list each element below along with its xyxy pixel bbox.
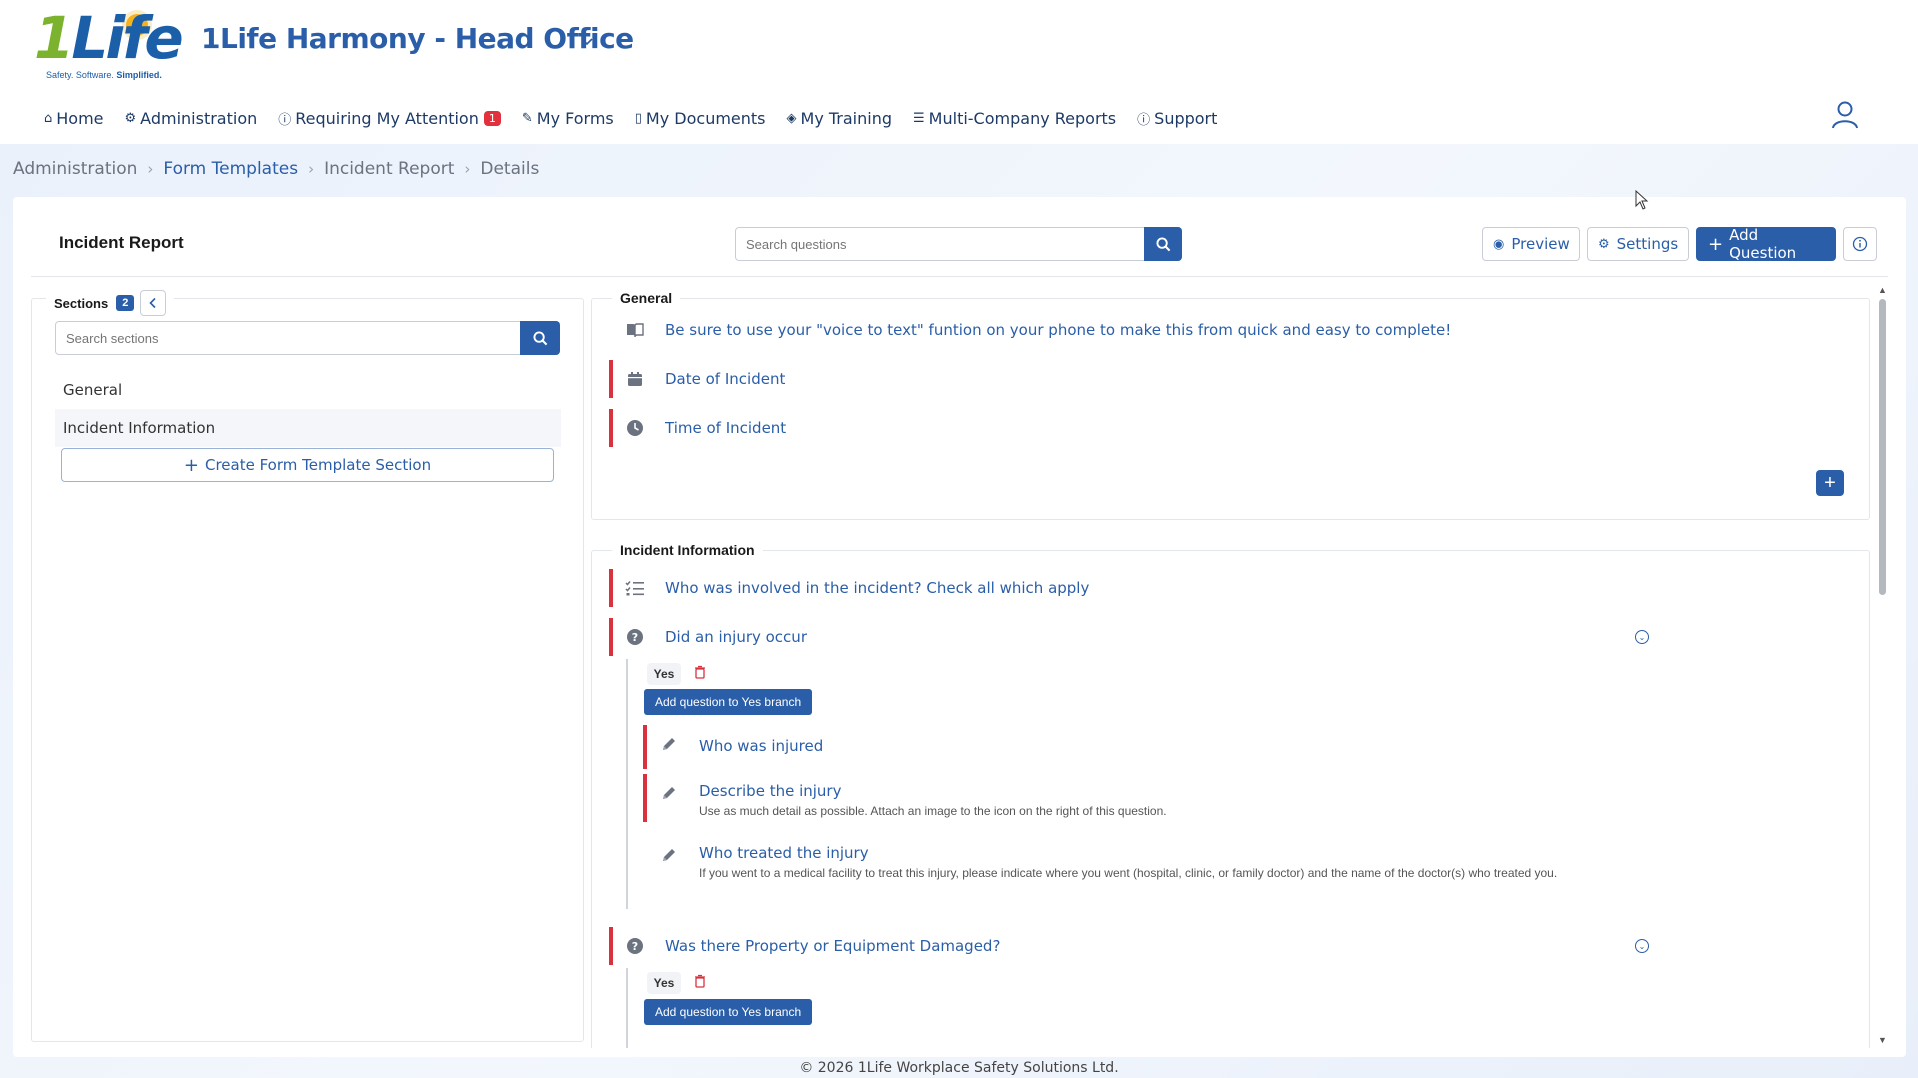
section-group-incident-information: Incident Information Who was involved in…: [591, 542, 1870, 1048]
search-sections-button[interactable]: [520, 321, 560, 355]
branch-line: [626, 968, 628, 1048]
add-question-button[interactable]: + Add Question: [1696, 226, 1836, 262]
chevron-right-icon: ›: [147, 160, 154, 178]
add-question-to-section-button[interactable]: +: [1816, 470, 1844, 496]
page-title: Incident Report: [59, 233, 184, 252]
svg-text:?: ?: [632, 940, 638, 953]
question-row[interactable]: Date of Incident: [609, 360, 1839, 398]
gear-icon: ⚙: [1598, 236, 1610, 252]
section-group-title: Incident Information: [612, 542, 763, 558]
nav-my-training[interactable]: ◈ My Training: [787, 109, 893, 128]
info-button[interactable]: [1843, 227, 1877, 261]
search-icon: [532, 330, 547, 345]
section-group-general: General Be sure to use your "voice to te…: [591, 290, 1870, 520]
chevron-left-icon: [149, 297, 156, 309]
section-item-incident-information[interactable]: Incident Information: [55, 409, 561, 447]
nav-my-forms[interactable]: ✎ My Forms: [522, 109, 614, 128]
branch-line: [626, 659, 628, 909]
branch-label-yes: Yes: [647, 663, 681, 685]
question-row[interactable]: Who was involved in the incident? Check …: [609, 569, 1839, 607]
sections-count-badge: 2: [116, 295, 135, 311]
create-section-button[interactable]: + Create Form Template Section: [61, 448, 554, 482]
breadcrumb: Administration › Form Templates › Incide…: [13, 159, 539, 179]
question-row[interactable]: Time of Incident: [609, 409, 1839, 447]
scrollbar-thumb[interactable]: [1879, 299, 1886, 595]
book-icon: [625, 322, 645, 338]
chevron-right-icon: ›: [308, 160, 315, 178]
breadcrumb-administration[interactable]: Administration: [13, 159, 137, 179]
form-template-panel: Incident Report ◉ Preview ⚙ Settings + A…: [13, 197, 1906, 1057]
gear-icon: ⚙: [124, 110, 137, 126]
calendar-icon: [625, 371, 645, 387]
sub-question-row[interactable]: Who was injured: [643, 725, 1663, 769]
header-divider: [31, 276, 1888, 277]
sub-question-row[interactable]: Describe the injury Use as much detail a…: [643, 774, 1663, 822]
question-circle-icon: ?: [625, 937, 645, 955]
eye-icon: ◉: [1493, 236, 1505, 252]
question-row[interactable]: ? Did an injury occur ⌄: [609, 618, 1839, 656]
search-icon: [1155, 236, 1170, 251]
svg-text:?: ?: [632, 631, 638, 644]
expand-branch-icon[interactable]: ⌄: [1635, 939, 1649, 953]
top-bar: 1Life Safety. Software. Simplified. 1Lif…: [0, 0, 1918, 144]
question-row[interactable]: ? Was there Property or Equipment Damage…: [609, 927, 1839, 965]
nav-administration[interactable]: ⚙ Administration: [125, 109, 258, 128]
info-circle-icon: ⓘ: [1137, 112, 1151, 128]
edit-form-icon: ✎: [521, 110, 533, 126]
main-nav: ⌂ Home ⚙ Administration ⓘ Requiring My A…: [44, 106, 1238, 130]
checklist-icon: [625, 580, 645, 596]
sub-question-row[interactable]: Who treated the injury If you went to a …: [643, 836, 1663, 900]
trash-icon[interactable]: [694, 974, 706, 991]
nav-my-documents[interactable]: ▯ My Documents: [635, 109, 766, 128]
trash-icon[interactable]: [694, 665, 706, 682]
attention-count-badge: 1: [483, 110, 501, 126]
app-logo[interactable]: 1Life Safety. Software. Simplified.: [34, 8, 184, 84]
sections-heading: Sections: [54, 295, 109, 311]
graduation-cap-icon: ◈: [786, 110, 797, 126]
chevron-right-icon: ›: [464, 160, 471, 178]
section-item-general[interactable]: General: [55, 371, 561, 409]
chevron-down-icon[interactable]: [580, 34, 594, 52]
breadcrumb-details: Details: [480, 159, 540, 179]
pencil-icon: [659, 846, 679, 864]
questions-scrollbar[interactable]: ▲ ▼: [1875, 285, 1889, 1045]
collapse-sidebar-button[interactable]: [140, 290, 167, 316]
clock-icon: [625, 419, 645, 437]
plus-icon: +: [1708, 233, 1724, 255]
question-circle-icon: ?: [625, 628, 645, 646]
preview-button[interactable]: ◉ Preview: [1482, 227, 1580, 261]
nav-home[interactable]: ⌂ Home: [44, 109, 104, 128]
section-group-title: General: [612, 290, 681, 306]
mouse-cursor-icon: [1635, 189, 1649, 215]
nav-multi-company-reports[interactable]: ☰ Multi-Company Reports: [913, 109, 1116, 128]
settings-button[interactable]: ⚙ Settings: [1587, 227, 1689, 261]
question-note[interactable]: Be sure to use your "voice to text" funt…: [609, 311, 1839, 349]
add-question-to-yes-branch-button[interactable]: Add question to Yes branch: [644, 689, 813, 715]
company-switcher[interactable]: 1Life Harmony - Head Office: [201, 22, 634, 55]
pencil-icon: [659, 784, 679, 802]
plus-icon: +: [183, 454, 199, 476]
breadcrumb-incident-report[interactable]: Incident Report: [324, 159, 454, 179]
scroll-up-icon[interactable]: ▲: [1878, 285, 1887, 295]
footer-copyright: © 2026 1Life Workplace Safety Solutions …: [799, 1060, 1119, 1076]
branch-label-yes: Yes: [647, 972, 681, 994]
search-questions-button[interactable]: [1144, 227, 1182, 261]
user-profile-icon[interactable]: [1830, 100, 1860, 130]
home-icon: ⌂: [44, 110, 53, 126]
add-question-to-yes-branch-button[interactable]: Add question to Yes branch: [644, 999, 813, 1025]
info-icon: [1852, 236, 1868, 252]
document-icon: ▯: [634, 110, 642, 126]
sections-sidebar: Sections 2 General Incident Information …: [31, 290, 584, 1042]
nav-requiring-attention[interactable]: ⓘ Requiring My Attention 1: [278, 109, 501, 128]
scroll-down-icon[interactable]: ▼: [1878, 1035, 1887, 1045]
search-questions-input[interactable]: [735, 227, 1147, 261]
breadcrumb-form-templates[interactable]: Form Templates: [163, 159, 298, 179]
report-icon: ☰: [913, 110, 925, 126]
alert-circle-icon: ⓘ: [278, 112, 292, 128]
expand-branch-icon[interactable]: ⌄: [1635, 630, 1649, 644]
questions-list[interactable]: General Be sure to use your "voice to te…: [588, 286, 1888, 1048]
nav-support[interactable]: ⓘ Support: [1137, 109, 1217, 128]
pencil-icon: [659, 735, 679, 753]
search-sections-input[interactable]: [55, 321, 521, 355]
